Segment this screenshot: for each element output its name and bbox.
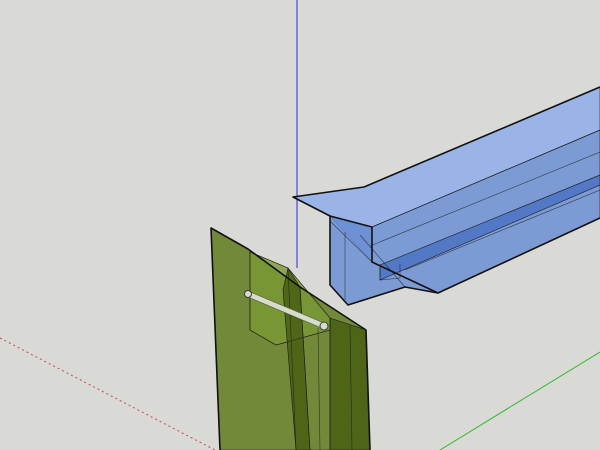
pin-head-left bbox=[244, 290, 252, 298]
red-axis bbox=[0, 337, 216, 450]
model-canvas[interactable] bbox=[0, 0, 600, 450]
beam-model[interactable] bbox=[292, 86, 600, 306]
3d-viewport[interactable] bbox=[0, 0, 600, 450]
green-axis bbox=[439, 351, 600, 450]
pin-head-right bbox=[319, 321, 329, 331]
